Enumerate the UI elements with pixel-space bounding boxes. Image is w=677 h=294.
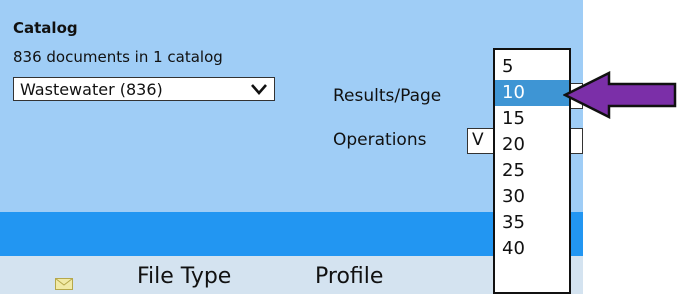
option-30[interactable]: 30 bbox=[495, 184, 569, 210]
column-header-profile[interactable]: Profile bbox=[315, 264, 383, 289]
option-35[interactable]: 35 bbox=[495, 210, 569, 236]
catalog-title: Catalog bbox=[13, 19, 78, 37]
option-40[interactable]: 40 bbox=[495, 236, 569, 262]
arrow-left-icon bbox=[563, 71, 677, 119]
results-per-page-label: Results/Page bbox=[333, 86, 442, 106]
catalog-select[interactable]: Wastewater (836) bbox=[13, 77, 275, 101]
results-per-page-options: 5 10 15 20 25 30 35 40 bbox=[493, 48, 571, 294]
operations-label: Operations bbox=[333, 130, 427, 150]
mail-icon bbox=[55, 278, 73, 290]
document-count: 836 documents in 1 catalog bbox=[13, 48, 223, 66]
option-5[interactable]: 5 bbox=[495, 50, 569, 80]
option-15[interactable]: 15 bbox=[495, 106, 569, 132]
catalog-select-value: Wastewater (836) bbox=[20, 79, 163, 99]
option-10[interactable]: 10 bbox=[495, 80, 569, 106]
option-20[interactable]: 20 bbox=[495, 132, 569, 158]
column-header-file-type[interactable]: File Type bbox=[137, 264, 231, 289]
chevron-down-icon bbox=[251, 84, 267, 95]
option-25[interactable]: 25 bbox=[495, 158, 569, 184]
